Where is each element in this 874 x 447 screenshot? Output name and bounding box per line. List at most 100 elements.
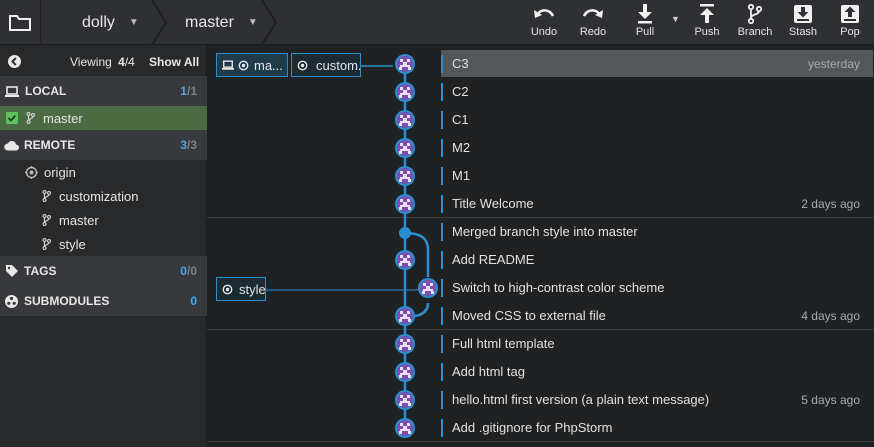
submodules-icon [5,294,18,308]
push-icon [697,4,717,24]
author-avatar[interactable] [394,81,416,103]
author-avatar[interactable] [394,53,416,75]
commit-message: M2 [452,140,471,155]
commit-bar [441,223,443,241]
author-avatar[interactable] [394,249,416,271]
repo-selector[interactable]: dolly ▼ [82,0,139,45]
commit-bar [441,307,443,325]
push-label: Push [694,26,720,38]
undo-label: Undo [530,26,558,38]
branch-icon [42,214,51,226]
author-avatar[interactable] [394,165,416,187]
commit-date: 4 days ago [801,309,860,323]
author-avatar[interactable] [394,193,416,215]
sidebar-item-label: customization [59,188,139,204]
app-window: dolly ▼ master ▼ Undo Redo Pull ▼ Push B… [0,0,874,447]
stash-label: Stash [788,26,818,38]
repo-name: dolly [82,13,115,31]
ref-label: custom... [316,57,360,73]
undo-button[interactable]: Undo [527,0,561,45]
submodules-section-title: SUBMODULES [24,294,110,308]
pull-options-chevron-icon[interactable]: ▼ [671,14,680,24]
pop-icon [840,4,860,24]
commit-row[interactable]: C2 [207,78,874,106]
pull-button[interactable]: Pull [630,0,660,45]
ref-remote-style[interactable]: style [216,277,266,301]
commit-row[interactable]: Full html template [207,330,874,358]
commit-message: Title Welcome [452,196,534,211]
row-separator [207,441,874,442]
sidebar: Viewing 4/4 Show All LOCAL 1/1 master RE… [0,45,207,447]
commit-message: C3 [452,56,469,71]
submodules-section-header[interactable]: SUBMODULES 0 [0,286,207,316]
commit-date: 2 days ago [801,197,860,211]
commit-bar [441,139,443,157]
commit-message: hello.html first version (a plain text m… [452,392,710,407]
show-all-button[interactable]: Show All [149,55,199,69]
branch-icon [26,112,35,124]
undo-icon [532,4,556,24]
stash-button[interactable]: Stash [786,0,820,45]
commit-bar [441,83,443,101]
open-repo-button[interactable] [0,0,40,45]
local-section-header[interactable]: LOCAL 1/1 [0,76,207,106]
branch-selector[interactable]: master ▼ [185,0,258,45]
author-avatar[interactable] [417,277,439,299]
author-avatar[interactable] [394,333,416,355]
commit-bar [441,195,443,213]
commit-row[interactable]: C1 [207,106,874,134]
pop-button[interactable]: Pop [835,0,865,45]
commit-message: Add .gitignore for PhpStorm [452,420,613,435]
commit-row[interactable]: Add README [207,246,874,274]
ref-local-master[interactable]: ma... [216,53,288,77]
author-avatar[interactable] [394,361,416,383]
sidebar-item-remote-master[interactable]: master [0,208,207,232]
commit-graph: C3 yesterday C2 C1 M2 M1 Title Welcome 2 days a… [207,45,874,447]
commit-row[interactable]: M1 [207,162,874,190]
commit-row[interactable]: Switch to high-contrast color scheme [207,274,874,302]
branch-button[interactable]: Branch [735,0,775,45]
branch-icon [42,190,51,202]
sidebar-item-remote-customization[interactable]: customization [0,184,207,208]
commit-message: C1 [452,112,469,127]
tags-count: 0/0 [180,264,197,278]
commit-bar [441,363,443,381]
branch-label: Branch [737,26,773,38]
viewing-visible-count: 4 [118,54,125,69]
local-section-title: LOCAL [25,84,67,98]
ref-remote-customization[interactable]: custom... [291,53,361,77]
viewing-count: Viewing 4/4 [70,55,135,69]
commit-row[interactable]: Merged branch style into master [207,218,874,246]
sidebar-item-remote-origin[interactable]: origin [0,160,207,184]
redo-button[interactable]: Redo [576,0,610,45]
commit-bar [441,167,443,185]
author-avatar[interactable] [394,109,416,131]
commit-row[interactable]: Title Welcome 2 days ago [207,190,874,218]
commit-bar [441,419,443,437]
checkbox-checked-icon[interactable] [6,112,18,124]
sidebar-item-remote-style[interactable]: style [0,232,207,256]
redo-label: Redo [579,26,607,38]
remote-section-header[interactable]: REMOTE 3/3 [0,130,207,160]
commit-bar [441,335,443,353]
sidebar-item-label: origin [44,164,76,180]
tags-section-header[interactable]: TAGS 0/0 [0,256,207,286]
stash-icon [793,4,813,24]
cloud-icon [4,140,19,151]
author-avatar[interactable] [394,137,416,159]
author-avatar[interactable] [394,389,416,411]
collapse-sidebar-icon[interactable] [8,55,21,68]
commit-row[interactable]: Add html tag [207,358,874,386]
author-avatar[interactable] [394,305,416,327]
push-button[interactable]: Push [692,0,722,45]
remote-section-title: REMOTE [24,138,76,152]
commit-bar [441,111,443,129]
commit-row[interactable]: Add .gitignore for PhpStorm [207,414,874,442]
commit-row[interactable]: Moved CSS to external file 4 days ago [207,302,874,330]
commit-row[interactable]: M2 [207,134,874,162]
commit-bar [441,279,443,297]
sidebar-item-local-master[interactable]: master [0,106,207,130]
commit-row[interactable]: hello.html first version (a plain text m… [207,386,874,414]
author-avatar[interactable] [394,417,416,439]
remote-target-icon [297,60,308,71]
